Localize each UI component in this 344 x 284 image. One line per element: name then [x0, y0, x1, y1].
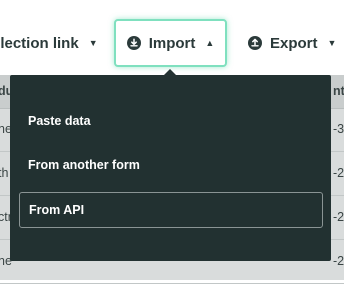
toolbar: ollection link ▼ Import ▲ Export ▼ [0, 0, 344, 70]
import-label: Import [148, 34, 196, 52]
chevron-down-icon: ▼ [88, 38, 98, 48]
import-menu: Paste data From another form From API [10, 75, 331, 261]
collection-link-label: ollection link [0, 34, 79, 52]
table-cell: -2 [333, 210, 344, 224]
export-icon [248, 36, 262, 50]
menu-item-from-another-form[interactable]: From another form [19, 147, 323, 183]
menu-item-paste-data[interactable]: Paste data [19, 103, 323, 139]
collection-link-button[interactable]: ollection link ▼ [0, 19, 98, 67]
chevron-up-icon: ▲ [205, 38, 215, 48]
table-cell: -3 [333, 122, 344, 136]
import-button[interactable]: Import ▲ [114, 19, 227, 67]
chevron-down-icon: ▼ [327, 38, 337, 48]
table-cell: -2 [333, 254, 344, 268]
import-icon [126, 36, 141, 50]
table-header-cell: nte [333, 84, 344, 98]
table-cell: -2 [333, 166, 344, 180]
export-button[interactable]: Export ▼ [248, 19, 336, 67]
menu-item-from-api[interactable]: From API [19, 192, 323, 228]
export-label: Export [270, 34, 318, 52]
table-cell: th [0, 166, 9, 180]
